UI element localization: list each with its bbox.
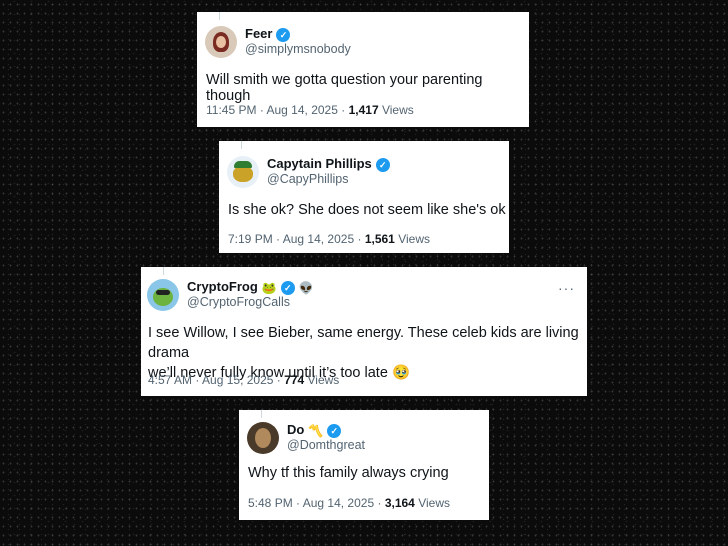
avatar[interactable] (227, 156, 259, 188)
display-name[interactable]: CryptoFrog (187, 279, 258, 295)
tweet-meta: 7:19 PM · Aug 14, 2025 · 1,561 Views (228, 232, 430, 246)
more-options-icon[interactable]: ··· (558, 281, 575, 295)
tweet-text: Why tf this family always crying (248, 465, 449, 481)
views-label: Views (418, 496, 450, 510)
views-count: 1,417 (348, 103, 379, 117)
avatar[interactable] (147, 279, 179, 311)
views-label: Views (307, 373, 340, 387)
meta-separator: · (296, 496, 301, 510)
tweet-card-capytain[interactable]: Capytain Phillips ✓ @CapyPhillips Is she… (219, 141, 509, 253)
views-label: Views (381, 103, 414, 117)
affiliate-badge-icon: 👽 (298, 280, 314, 295)
handle[interactable]: @Domthgreat (287, 438, 365, 452)
meta-separator: · (341, 103, 346, 117)
handle[interactable]: @CapyPhillips (267, 172, 390, 186)
thread-line (163, 267, 164, 275)
verified-badge-icon: ✓ (280, 280, 295, 295)
tweet-text: Will smith we gotta question your parent… (206, 72, 483, 104)
handle[interactable]: @simplymsnobody (245, 42, 351, 56)
profile-photo-face (216, 36, 226, 48)
tweet-time[interactable]: 4:57 AM (148, 373, 192, 387)
pleading-face-emoji-icon: 🥹 (391, 365, 410, 381)
tweet-date[interactable]: Aug 15, 2025 (202, 373, 273, 387)
capybara-hat (234, 161, 252, 168)
display-name[interactable]: Feer (245, 26, 272, 42)
frog-emoji-icon: 🐸 (261, 280, 277, 295)
tweet-time[interactable]: 5:48 PM (248, 496, 293, 510)
tweet-card-feer[interactable]: Feer ✓ @simplymsnobody Will smith we got… (197, 12, 529, 127)
part-alternation-mark-icon: 〽️ (308, 423, 324, 438)
tweet-date[interactable]: Aug 14, 2025 (283, 232, 354, 246)
tweet-meta: 4:57 AM · Aug 15, 2025 · 774 Views (148, 373, 339, 387)
tweet-time[interactable]: 11:45 PM (206, 103, 256, 117)
meta-separator: · (195, 373, 200, 387)
verified-badge-icon: ✓ (375, 157, 390, 172)
handle[interactable]: @CryptoFrogCalls (187, 295, 314, 309)
thread-line (241, 141, 242, 149)
tweet-time[interactable]: 7:19 PM (228, 232, 273, 246)
tweet-card-do[interactable]: Do 〽️ ✓ @Domthgreat Why tf this family a… (239, 410, 489, 520)
verified-badge-icon: ✓ (327, 423, 342, 438)
thread-line (219, 12, 220, 20)
capybara-icon (233, 166, 253, 182)
thread-line (261, 410, 262, 418)
display-name[interactable]: Do (287, 422, 304, 438)
meta-separator: · (276, 373, 281, 387)
views-count: 774 (284, 373, 305, 387)
views-label: Views (398, 232, 430, 246)
avatar[interactable] (247, 422, 279, 454)
tweet-card-cryptofrog[interactable]: ··· CryptoFrog 🐸 ✓ 👽 @CryptoFrogCalls I … (141, 267, 587, 396)
tweet-date[interactable]: Aug 14, 2025 (303, 496, 374, 510)
tweet-date[interactable]: Aug 14, 2025 (267, 103, 338, 117)
meta-separator: · (357, 232, 362, 246)
meta-separator: · (259, 103, 264, 117)
meta-separator: · (276, 232, 281, 246)
meta-separator: · (377, 496, 382, 510)
views-count: 3,164 (384, 496, 415, 510)
avatar[interactable] (205, 26, 237, 58)
tweet-text: Is she ok? She does not seem like she's … (228, 202, 506, 218)
verified-badge-icon: ✓ (276, 27, 291, 42)
profile-photo-icon (255, 428, 271, 448)
tweet-text-line-1: I see Willow, I see Bieber, same energy.… (148, 325, 579, 361)
tweet-meta: 5:48 PM · Aug 14, 2025 · 3,164 Views (248, 496, 450, 510)
views-count: 1,561 (364, 232, 395, 246)
display-name[interactable]: Capytain Phillips (267, 156, 372, 172)
frog-eyes (156, 290, 170, 295)
tweet-meta: 11:45 PM · Aug 14, 2025 · 1,417 Views (206, 103, 414, 117)
